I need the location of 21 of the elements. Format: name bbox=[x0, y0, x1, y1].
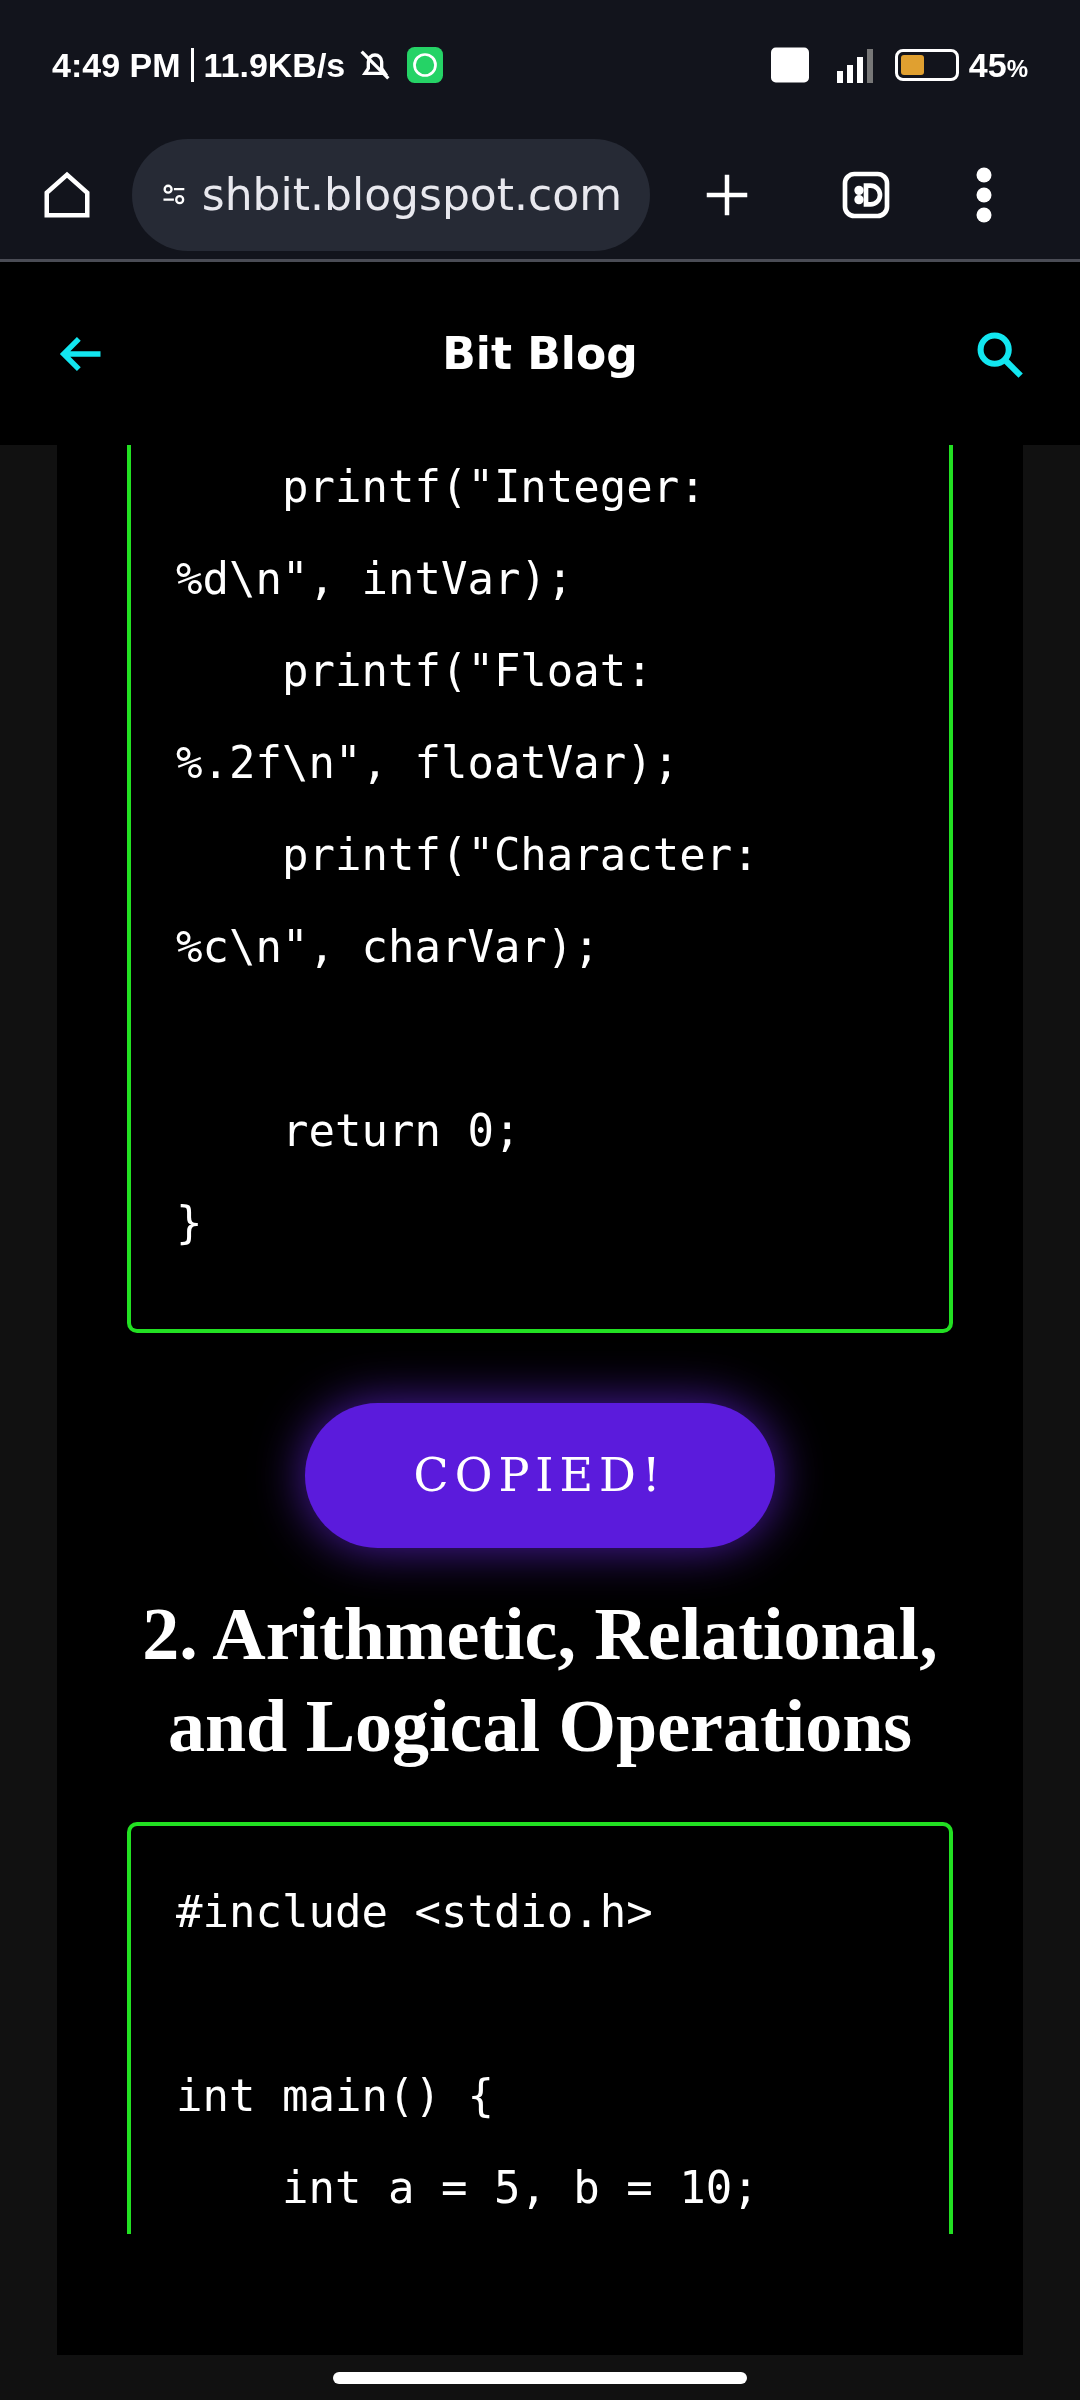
app-title: Bit Blog bbox=[441, 326, 639, 381]
code-line: %c\n", charVar); bbox=[176, 920, 601, 974]
code-line: %d\n", intVar); bbox=[176, 552, 575, 606]
url-bar[interactable]: shbit.blogspot.com bbox=[132, 138, 650, 251]
network-speed: 11.9KB/s bbox=[203, 44, 346, 86]
battery-icon bbox=[894, 49, 959, 81]
battery-percent: 45% bbox=[968, 44, 1028, 86]
code-line: } bbox=[176, 1196, 204, 1250]
code-line: int a = 5, b = 10; bbox=[280, 2161, 760, 2215]
copied-button[interactable]: COPIED! bbox=[305, 1403, 775, 1548]
chat-app-icon bbox=[407, 47, 444, 83]
code-line: printf("Character: bbox=[280, 828, 760, 882]
code-line: #include <stdio.h> bbox=[176, 1885, 654, 1939]
section-heading: 2. Arithmetic, Relational, and Logical Operations bbox=[141, 1592, 939, 1769]
code-line: %.2f\n", floatVar); bbox=[176, 736, 681, 790]
code-line: return 0; bbox=[280, 1104, 522, 1158]
code-line: int main() { bbox=[176, 2069, 495, 2123]
code-line: printf("Float: bbox=[280, 644, 654, 698]
url-text: shbit.blogspot.com bbox=[201, 167, 622, 222]
code-line: printf("Integer: bbox=[280, 460, 707, 514]
status-time: 4:49 PM bbox=[52, 44, 181, 86]
